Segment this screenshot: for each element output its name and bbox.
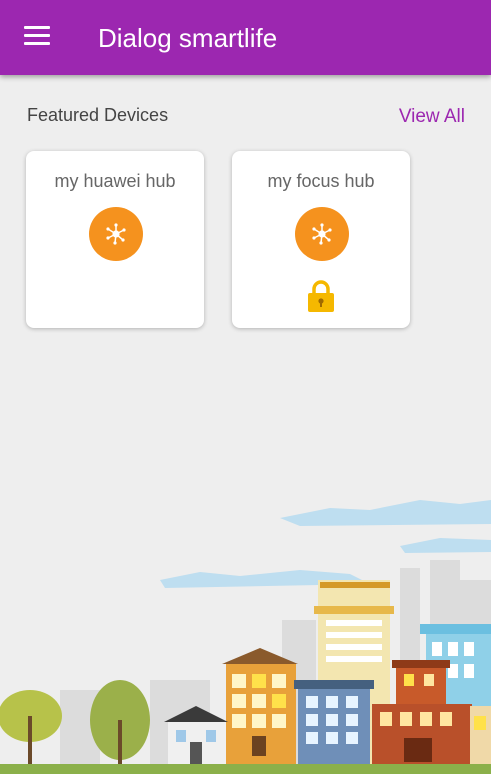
hub-network-icon bbox=[89, 207, 143, 261]
app-title: Dialog smartlife bbox=[98, 23, 278, 53]
view-all-link[interactable]: View All bbox=[399, 106, 465, 128]
device-name: my huawei hub bbox=[54, 171, 176, 191]
app-bar: Dialog smartlife bbox=[0, 0, 491, 75]
device-card-huawei-hub[interactable]: my huawei hub bbox=[26, 151, 204, 328]
device-card-focus-hub[interactable]: my focus hub bbox=[232, 151, 410, 328]
featured-devices-header: Featured Devices View All bbox=[0, 100, 491, 130]
hub-network-icon bbox=[295, 207, 349, 261]
device-name: my focus hub bbox=[267, 171, 375, 191]
section-title: Featured Devices bbox=[27, 105, 169, 125]
padlock-icon bbox=[307, 279, 335, 318]
hamburger-menu-icon[interactable] bbox=[24, 26, 50, 46]
city-skyline-illustration bbox=[0, 500, 491, 774]
cloud bbox=[400, 538, 491, 553]
cloud bbox=[280, 500, 491, 526]
